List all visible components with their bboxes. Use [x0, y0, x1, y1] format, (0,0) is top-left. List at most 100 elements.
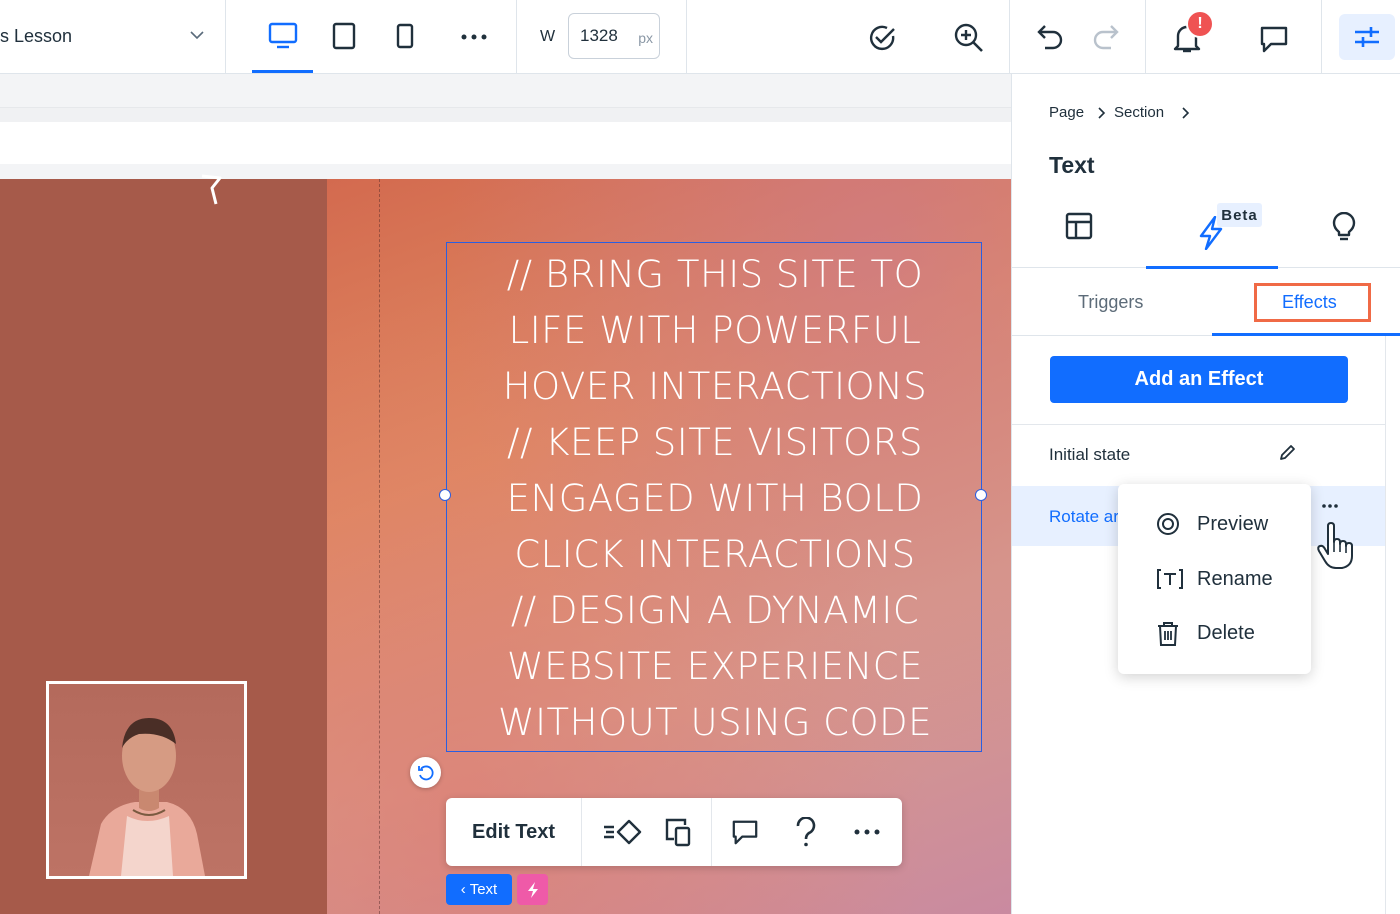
chevron-down-icon — [190, 31, 204, 40]
interactions-chip[interactable] — [517, 874, 548, 905]
layout-icon[interactable] — [1065, 212, 1093, 240]
tablet-icon — [332, 22, 356, 50]
devices-icon — [665, 818, 691, 847]
breadcrumb-section[interactable]: Section — [1114, 104, 1164, 121]
effects-highlight-box — [1254, 283, 1371, 322]
effect-name: Rotate ar — [1049, 507, 1119, 526]
trash-icon — [1158, 622, 1178, 646]
redo-button[interactable] — [1088, 20, 1124, 56]
site-check-button[interactable] — [864, 20, 900, 56]
menu-item-label: Delete — [1197, 621, 1255, 644]
menu-item-label: Preview — [1197, 512, 1269, 535]
top-toolbar: s Lesson W 1328 px ! — [0, 0, 1400, 74]
help-button[interactable] — [780, 798, 832, 866]
row-divider — [1012, 424, 1385, 425]
edit-text-button[interactable]: Edit Text — [446, 798, 581, 866]
mobile-icon — [396, 23, 414, 49]
responsive-button[interactable] — [652, 798, 704, 866]
resize-handle-left[interactable] — [439, 489, 451, 501]
undo-icon — [1037, 25, 1063, 50]
comment-icon — [732, 820, 758, 845]
animation-diamond-icon — [604, 819, 642, 845]
copy-line: // KEEP SITE VISITORS — [507, 421, 923, 464]
more-views-button[interactable] — [456, 22, 492, 52]
toolbar-divider — [581, 798, 582, 866]
copy-line: ENGAGED WITH BOLD — [506, 477, 924, 520]
menu-item-preview[interactable]: Preview — [1118, 502, 1311, 546]
hero-copy: // BRING THIS SITE TO LIFE WITH POWERFUL… — [447, 247, 983, 751]
bolt-logo-icon — [201, 174, 222, 205]
redo-icon — [1093, 25, 1119, 50]
copy-line: // DESIGN A DYNAMIC — [510, 589, 920, 632]
copy-line: LIFE WITH POWERFUL — [508, 309, 922, 352]
zoom-in-icon — [954, 23, 983, 52]
breadcrumb-page[interactable]: Page — [1049, 104, 1084, 121]
panel-title: Text — [1049, 152, 1095, 178]
beta-badge: Beta — [1217, 203, 1262, 227]
menu-item-rename[interactable]: Rename — [1118, 557, 1311, 601]
comments-button[interactable] — [1256, 22, 1292, 56]
pencil-icon[interactable] — [1278, 444, 1296, 462]
active-subtab-indicator — [1212, 333, 1400, 336]
width-input[interactable]: 1328 px — [568, 13, 660, 59]
section-gap — [0, 164, 1011, 179]
tablet-view-button[interactable] — [326, 18, 362, 54]
element-breadcrumb-chip[interactable]: ‹ Text — [446, 874, 512, 905]
zoom-button[interactable] — [950, 20, 988, 56]
check-circle-icon — [870, 25, 895, 51]
copy-line: WEBSITE EXPERIENCE — [507, 645, 923, 688]
panel-scrollbar[interactable] — [1385, 336, 1386, 914]
layout-guide-line — [379, 179, 380, 914]
animation-button[interactable] — [592, 798, 652, 866]
menu-item-label: Rename — [1197, 567, 1273, 590]
portrait-illustration-icon — [89, 718, 205, 876]
width-label: W — [540, 28, 556, 45]
initial-state-label: Initial state — [1049, 445, 1131, 464]
active-view-indicator — [252, 70, 313, 73]
lightbulb-icon[interactable] — [1332, 212, 1356, 242]
rotate-handle[interactable] — [410, 757, 441, 788]
more-dots-icon — [461, 34, 487, 40]
canvas-ruler — [0, 74, 1011, 108]
chevron-right-icon — [1182, 107, 1190, 119]
resize-handle-right[interactable] — [975, 489, 987, 501]
bolt-icon — [527, 881, 538, 898]
header-section[interactable] — [0, 122, 1011, 164]
mobile-view-button[interactable] — [388, 18, 422, 54]
active-tab-indicator — [1146, 266, 1278, 269]
copy-line: // BRING THIS SITE TO — [506, 253, 924, 296]
effect-context-menu: Preview Rename Delete — [1118, 484, 1311, 674]
toolbar-divider — [225, 0, 226, 73]
copy-line: HOVER INTERACTIONS — [502, 365, 928, 408]
rotate-icon — [417, 765, 434, 780]
add-effect-button[interactable]: Add an Effect — [1050, 356, 1348, 403]
width-value: 1328 — [580, 26, 618, 45]
toolbar-divider — [1009, 0, 1010, 73]
editor-canvas[interactable]: // BRING THIS SITE TO LIFE WITH POWERFUL… — [0, 74, 1011, 914]
subtab-triggers[interactable]: Triggers — [1078, 292, 1143, 313]
copy-line: WITHOUT USING CODE — [498, 701, 932, 744]
more-dots-icon[interactable] — [1321, 503, 1339, 509]
comment-icon — [1260, 26, 1288, 53]
copy-line: CLICK INTERACTIONS — [514, 533, 916, 576]
selected-text-element[interactable]: // BRING THIS SITE TO LIFE WITH POWERFUL… — [446, 242, 982, 752]
comment-button[interactable] — [718, 798, 772, 866]
page-selector-label: s Lesson — [0, 26, 73, 46]
toolbar-divider — [711, 798, 712, 866]
desktop-view-button[interactable] — [262, 18, 304, 54]
menu-item-delete[interactable]: Delete — [1118, 611, 1311, 655]
rename-text-icon — [1157, 569, 1183, 589]
more-actions-button[interactable] — [840, 798, 894, 866]
page-selector[interactable]: s Lesson — [0, 0, 225, 73]
preview-icon — [1157, 513, 1179, 535]
undo-button[interactable] — [1032, 20, 1068, 56]
toolbar-divider — [1321, 0, 1322, 73]
element-floating-toolbar: Edit Text — [446, 798, 902, 866]
desktop-icon — [268, 22, 298, 49]
notification-badge: ! — [1186, 10, 1214, 38]
more-dots-icon — [854, 829, 880, 835]
portrait-image[interactable] — [46, 681, 247, 879]
inspector-panel-toggle[interactable] — [1339, 14, 1395, 60]
chevron-right-icon — [1098, 107, 1106, 119]
toolbar-divider — [1145, 0, 1146, 73]
